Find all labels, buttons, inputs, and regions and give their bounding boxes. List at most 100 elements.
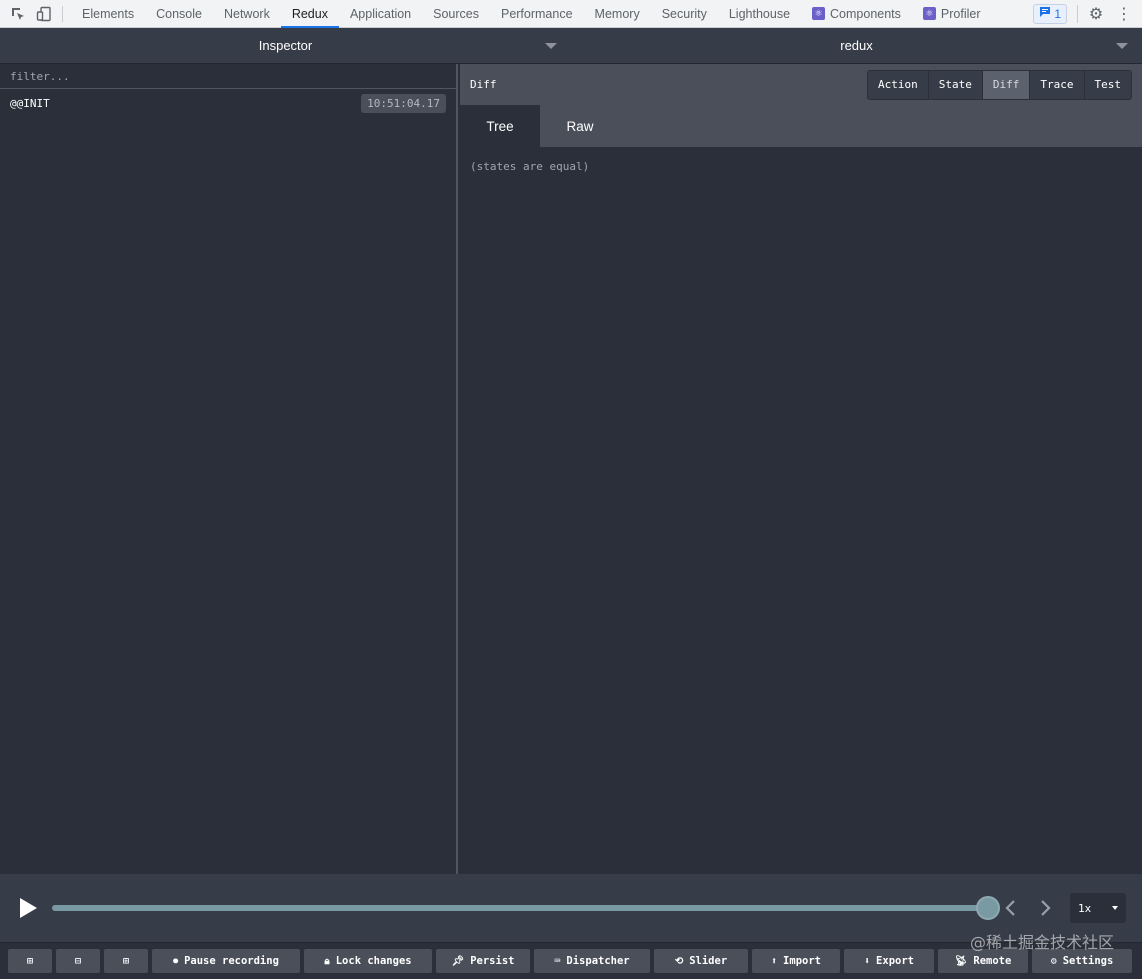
settings-gear-icon[interactable]: ⚙ — [1086, 4, 1106, 24]
issues-count: 1 — [1054, 6, 1061, 21]
layout-icon: ⊞ — [122, 955, 130, 967]
button-label: Pause recording — [184, 955, 279, 967]
filter-input[interactable] — [0, 64, 456, 89]
monitor-selector[interactable]: Inspector — [0, 28, 571, 63]
devtools-tab-application[interactable]: Application — [339, 0, 422, 28]
inspect-element-icon[interactable] — [10, 6, 26, 22]
devtools-tab-elements[interactable]: Elements — [71, 0, 145, 28]
button-label: Import — [783, 955, 821, 967]
slider-button[interactable]: ⟲ Slider — [654, 949, 748, 973]
play-icon — [20, 898, 37, 918]
devtools-tab-label: Performance — [500, 6, 573, 21]
devtools-tab-console[interactable]: Console — [145, 0, 213, 28]
speed-select[interactable]: 1x — [1070, 893, 1126, 923]
tab-state[interactable]: State — [928, 70, 983, 99]
issues-badge[interactable]: 1 — [1033, 3, 1067, 24]
button-label: Persist — [470, 955, 515, 967]
upload-icon: ⬆ — [771, 955, 778, 967]
devtools-tab-label: Application — [349, 6, 412, 21]
action-list: @@INIT 10:51:04.17 — [0, 89, 456, 117]
devtools-tab-label: Lighthouse — [728, 6, 791, 21]
inspector-title: Diff — [470, 78, 497, 91]
instance-selector-label: redux — [840, 38, 873, 53]
inspector-header: Diff Action State Diff Trace Test — [460, 64, 1142, 105]
devtools-tab-redux[interactable]: Redux — [280, 0, 340, 28]
action-timestamp: 10:51:04.17 — [361, 93, 446, 113]
chevron-down-icon — [545, 43, 557, 49]
devtools-tab-label: Elements — [82, 6, 135, 21]
devtools-tab-label: Console — [156, 6, 202, 21]
timeline-slider[interactable] — [52, 896, 1000, 920]
react-icon: ⚛ — [922, 7, 936, 20]
devtools-tab-label: Components — [830, 6, 901, 21]
devtools-tab-label: Profiler — [940, 6, 981, 21]
devtools-tab-label: Redux — [291, 6, 328, 21]
layout-bottom-button[interactable]: ⊞ — [104, 949, 148, 973]
layout-icon: ⊟ — [74, 955, 82, 967]
tab-trace[interactable]: Trace — [1030, 70, 1085, 99]
devtools-tab-components[interactable]: ⚛ Components — [801, 0, 912, 28]
import-button[interactable]: ⬆ Import — [752, 949, 840, 973]
devtools-tab-label: Security — [661, 6, 707, 21]
monitor-selector-label: Inspector — [258, 38, 313, 53]
lock-changes-button[interactable]: 🔒︎ Lock changes — [304, 949, 432, 973]
chevron-down-icon — [1116, 43, 1128, 49]
step-back-button[interactable] — [996, 894, 1024, 922]
toolbar-divider — [62, 5, 63, 22]
layout-right-button[interactable]: ⊟ — [56, 949, 100, 973]
action-list-item[interactable]: @@INIT 10:51:04.17 — [0, 89, 456, 117]
react-icon: ⚛ — [812, 7, 826, 20]
devtools-tab-memory[interactable]: Memory — [584, 0, 651, 28]
instance-selector[interactable]: redux — [571, 28, 1142, 63]
action-list-pane: @@INIT 10:51:04.17 — [0, 64, 458, 874]
pause-icon: ⏺ — [173, 955, 179, 967]
step-forward-button[interactable] — [1032, 894, 1060, 922]
tab-action[interactable]: Action — [868, 70, 929, 99]
inspector-pane: Diff Action State Diff Trace Test Tree Raw (s… — [460, 64, 1142, 874]
layout-icon: ⊞ — [26, 955, 34, 967]
chevron-down-icon — [1112, 906, 1118, 910]
devtools-tab-label: Memory — [594, 6, 640, 21]
export-button[interactable]: ⬇ Export — [844, 949, 934, 973]
devtools-tab-sources[interactable]: Sources — [422, 0, 490, 28]
persist-button[interactable]: 📌︎ Persist — [436, 949, 530, 973]
diff-view-tabs: Tree Raw — [460, 105, 1142, 147]
pause-recording-button[interactable]: ⏺ Pause recording — [152, 949, 300, 973]
inspector-tab-group: Action State Diff Trace Test — [867, 69, 1132, 100]
watermark: @稀土掘金技术社区 — [969, 933, 1114, 952]
tab-test[interactable]: Test — [1084, 70, 1131, 99]
devtools-tab-security[interactable]: Security — [651, 0, 718, 28]
devtools-toolbar: Elements Console Network Redux Application So… — [0, 0, 1142, 28]
slider-thumb[interactable] — [976, 896, 1000, 920]
devtools-tab-performance[interactable]: Performance — [490, 0, 584, 28]
play-button[interactable] — [16, 896, 40, 920]
button-label: Export — [876, 955, 914, 967]
message-icon — [1039, 6, 1051, 21]
button-label: Settings — [1062, 955, 1114, 967]
download-icon: ⬇ — [864, 955, 871, 967]
keyboard-icon: ⌨ — [554, 955, 561, 967]
speed-value: 1x — [1078, 901, 1092, 915]
devtools-tabs: Elements Console Network Redux Application So… — [71, 0, 992, 28]
more-options-icon[interactable]: ⋮ — [1114, 4, 1134, 24]
button-label: Lock changes — [335, 955, 412, 967]
chevron-left-icon — [1005, 900, 1015, 916]
devtools-tab-label: Sources — [433, 6, 479, 21]
subtab-tree[interactable]: Tree — [460, 105, 540, 147]
tab-diff[interactable]: Diff — [982, 70, 1031, 99]
devtools-tab-network[interactable]: Network — [213, 0, 281, 28]
lock-icon: 🔒︎ — [324, 955, 330, 967]
button-label: Dispatcher — [566, 955, 630, 967]
dispatcher-button[interactable]: ⌨ Dispatcher — [534, 949, 650, 973]
gear-icon: ⚙ — [1050, 955, 1057, 967]
antenna-icon: 📡︎ — [954, 955, 968, 967]
devtools-tab-profiler[interactable]: ⚛ Profiler — [912, 0, 992, 28]
device-toolbar-icon[interactable] — [36, 6, 52, 22]
button-label: Remote — [973, 955, 1012, 967]
subtab-raw[interactable]: Raw — [540, 105, 620, 147]
pin-icon: 📌︎ — [451, 955, 465, 967]
chevron-right-icon — [1041, 900, 1051, 916]
layout-left-button[interactable]: ⊞ — [8, 949, 52, 973]
devtools-tab-lighthouse[interactable]: Lighthouse — [718, 0, 801, 28]
toolbar-divider — [1077, 4, 1078, 23]
